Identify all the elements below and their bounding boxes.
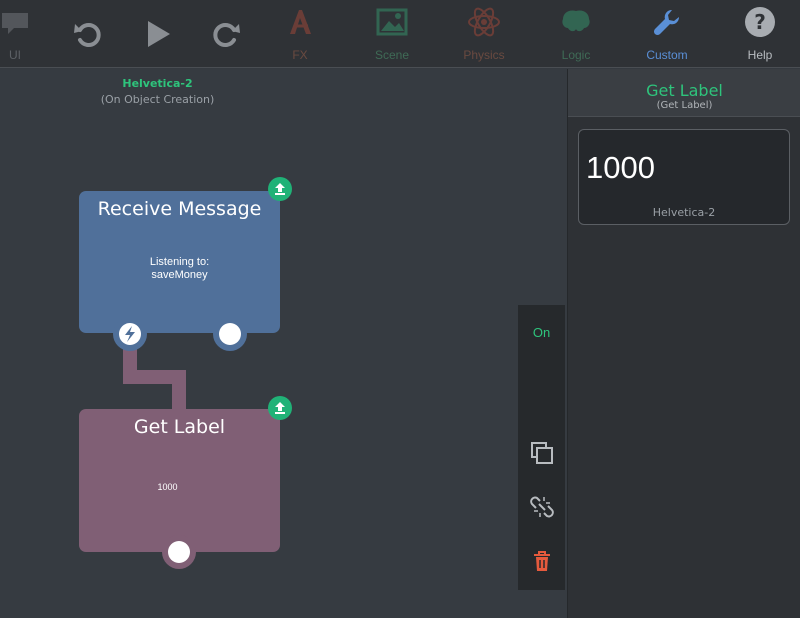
- wrench-icon: [652, 0, 682, 44]
- toolbar-custom-label: Custom: [646, 48, 688, 62]
- panel-header: Get Label (Get Label): [568, 69, 800, 117]
- atom-icon: [467, 0, 501, 44]
- top-toolbar: UI FX Scene Physics Logic Custom ? Help: [0, 0, 800, 68]
- node-title: Get Label: [133, 416, 226, 438]
- speech-bubble-icon: [0, 0, 30, 44]
- toolbar-scene-label: Scene: [374, 48, 410, 62]
- label-source: Helvetica-2: [652, 206, 716, 219]
- toolbar-logic[interactable]: Logic: [552, 0, 600, 68]
- output-port-dot: [219, 323, 241, 345]
- label-value-card[interactable]: 1000 Helvetica-2: [578, 129, 790, 225]
- undo-button[interactable]: [70, 0, 106, 68]
- upload-icon: [275, 402, 285, 414]
- toggle-on-button[interactable]: On: [518, 315, 565, 349]
- copy-icon: [530, 442, 553, 464]
- object-name: Helvetica-2: [122, 77, 193, 90]
- node-body-line: saveMoney: [151, 269, 208, 281]
- properties-panel: Get Label (Get Label) 1000 Helvetica-2: [567, 69, 800, 618]
- fx-icon: [284, 0, 316, 44]
- toggle-on-label: On: [532, 324, 551, 340]
- export-badge[interactable]: [268, 177, 292, 201]
- upload-icon: [275, 183, 285, 195]
- toolbar-help[interactable]: ? Help: [740, 0, 780, 68]
- node-connector: [172, 370, 186, 412]
- toolbar-fx[interactable]: FX: [278, 0, 322, 68]
- export-badge[interactable]: [268, 396, 292, 420]
- node-body-line: 1000: [157, 482, 178, 492]
- toolbar-physics[interactable]: Physics: [456, 0, 512, 68]
- unlink-button[interactable]: [518, 489, 565, 525]
- label-value: 1000: [586, 150, 655, 185]
- lightning-icon: [119, 323, 141, 345]
- undo-icon: [72, 0, 104, 68]
- trigger-label: (On Object Creation): [100, 93, 215, 106]
- behavior-canvas[interactable]: Helvetica-2 (On Object Creation) Receive…: [0, 69, 567, 618]
- scene-icon: [376, 0, 408, 44]
- get-label-node[interactable]: Get Label 1000: [79, 409, 280, 552]
- toolbar-logic-label: Logic: [561, 48, 591, 62]
- redo-icon: [210, 0, 242, 68]
- play-icon: [143, 0, 173, 68]
- toolbar-custom[interactable]: Custom: [640, 0, 694, 68]
- help-icon: ?: [744, 0, 776, 44]
- node-body-line: Listening to:: [149, 256, 210, 268]
- play-button[interactable]: [140, 0, 176, 68]
- trash-icon: [533, 551, 550, 571]
- svg-text:?: ?: [754, 10, 766, 34]
- unlink-icon: [529, 496, 554, 518]
- redo-button[interactable]: [208, 0, 244, 68]
- toolbar-fx-label: FX: [292, 48, 308, 62]
- duplicate-button[interactable]: [518, 435, 565, 471]
- brain-icon: [559, 0, 593, 44]
- node-tools: On: [518, 305, 565, 590]
- receive-message-node[interactable]: Receive Message Listening to: saveMoney: [79, 191, 280, 333]
- panel-subtitle: (Get Label): [656, 100, 713, 111]
- toolbar-help-label: Help: [747, 48, 773, 62]
- output-port-dot: [168, 541, 190, 563]
- panel-title: Get Label: [646, 81, 723, 100]
- toolbar-ui-label: UI: [9, 48, 21, 62]
- toolbar-physics-label: Physics: [463, 48, 505, 62]
- node-title: Receive Message: [97, 198, 262, 220]
- toolbar-ui[interactable]: UI: [0, 0, 30, 68]
- toolbar-scene[interactable]: Scene: [368, 0, 416, 68]
- delete-button[interactable]: [518, 543, 565, 579]
